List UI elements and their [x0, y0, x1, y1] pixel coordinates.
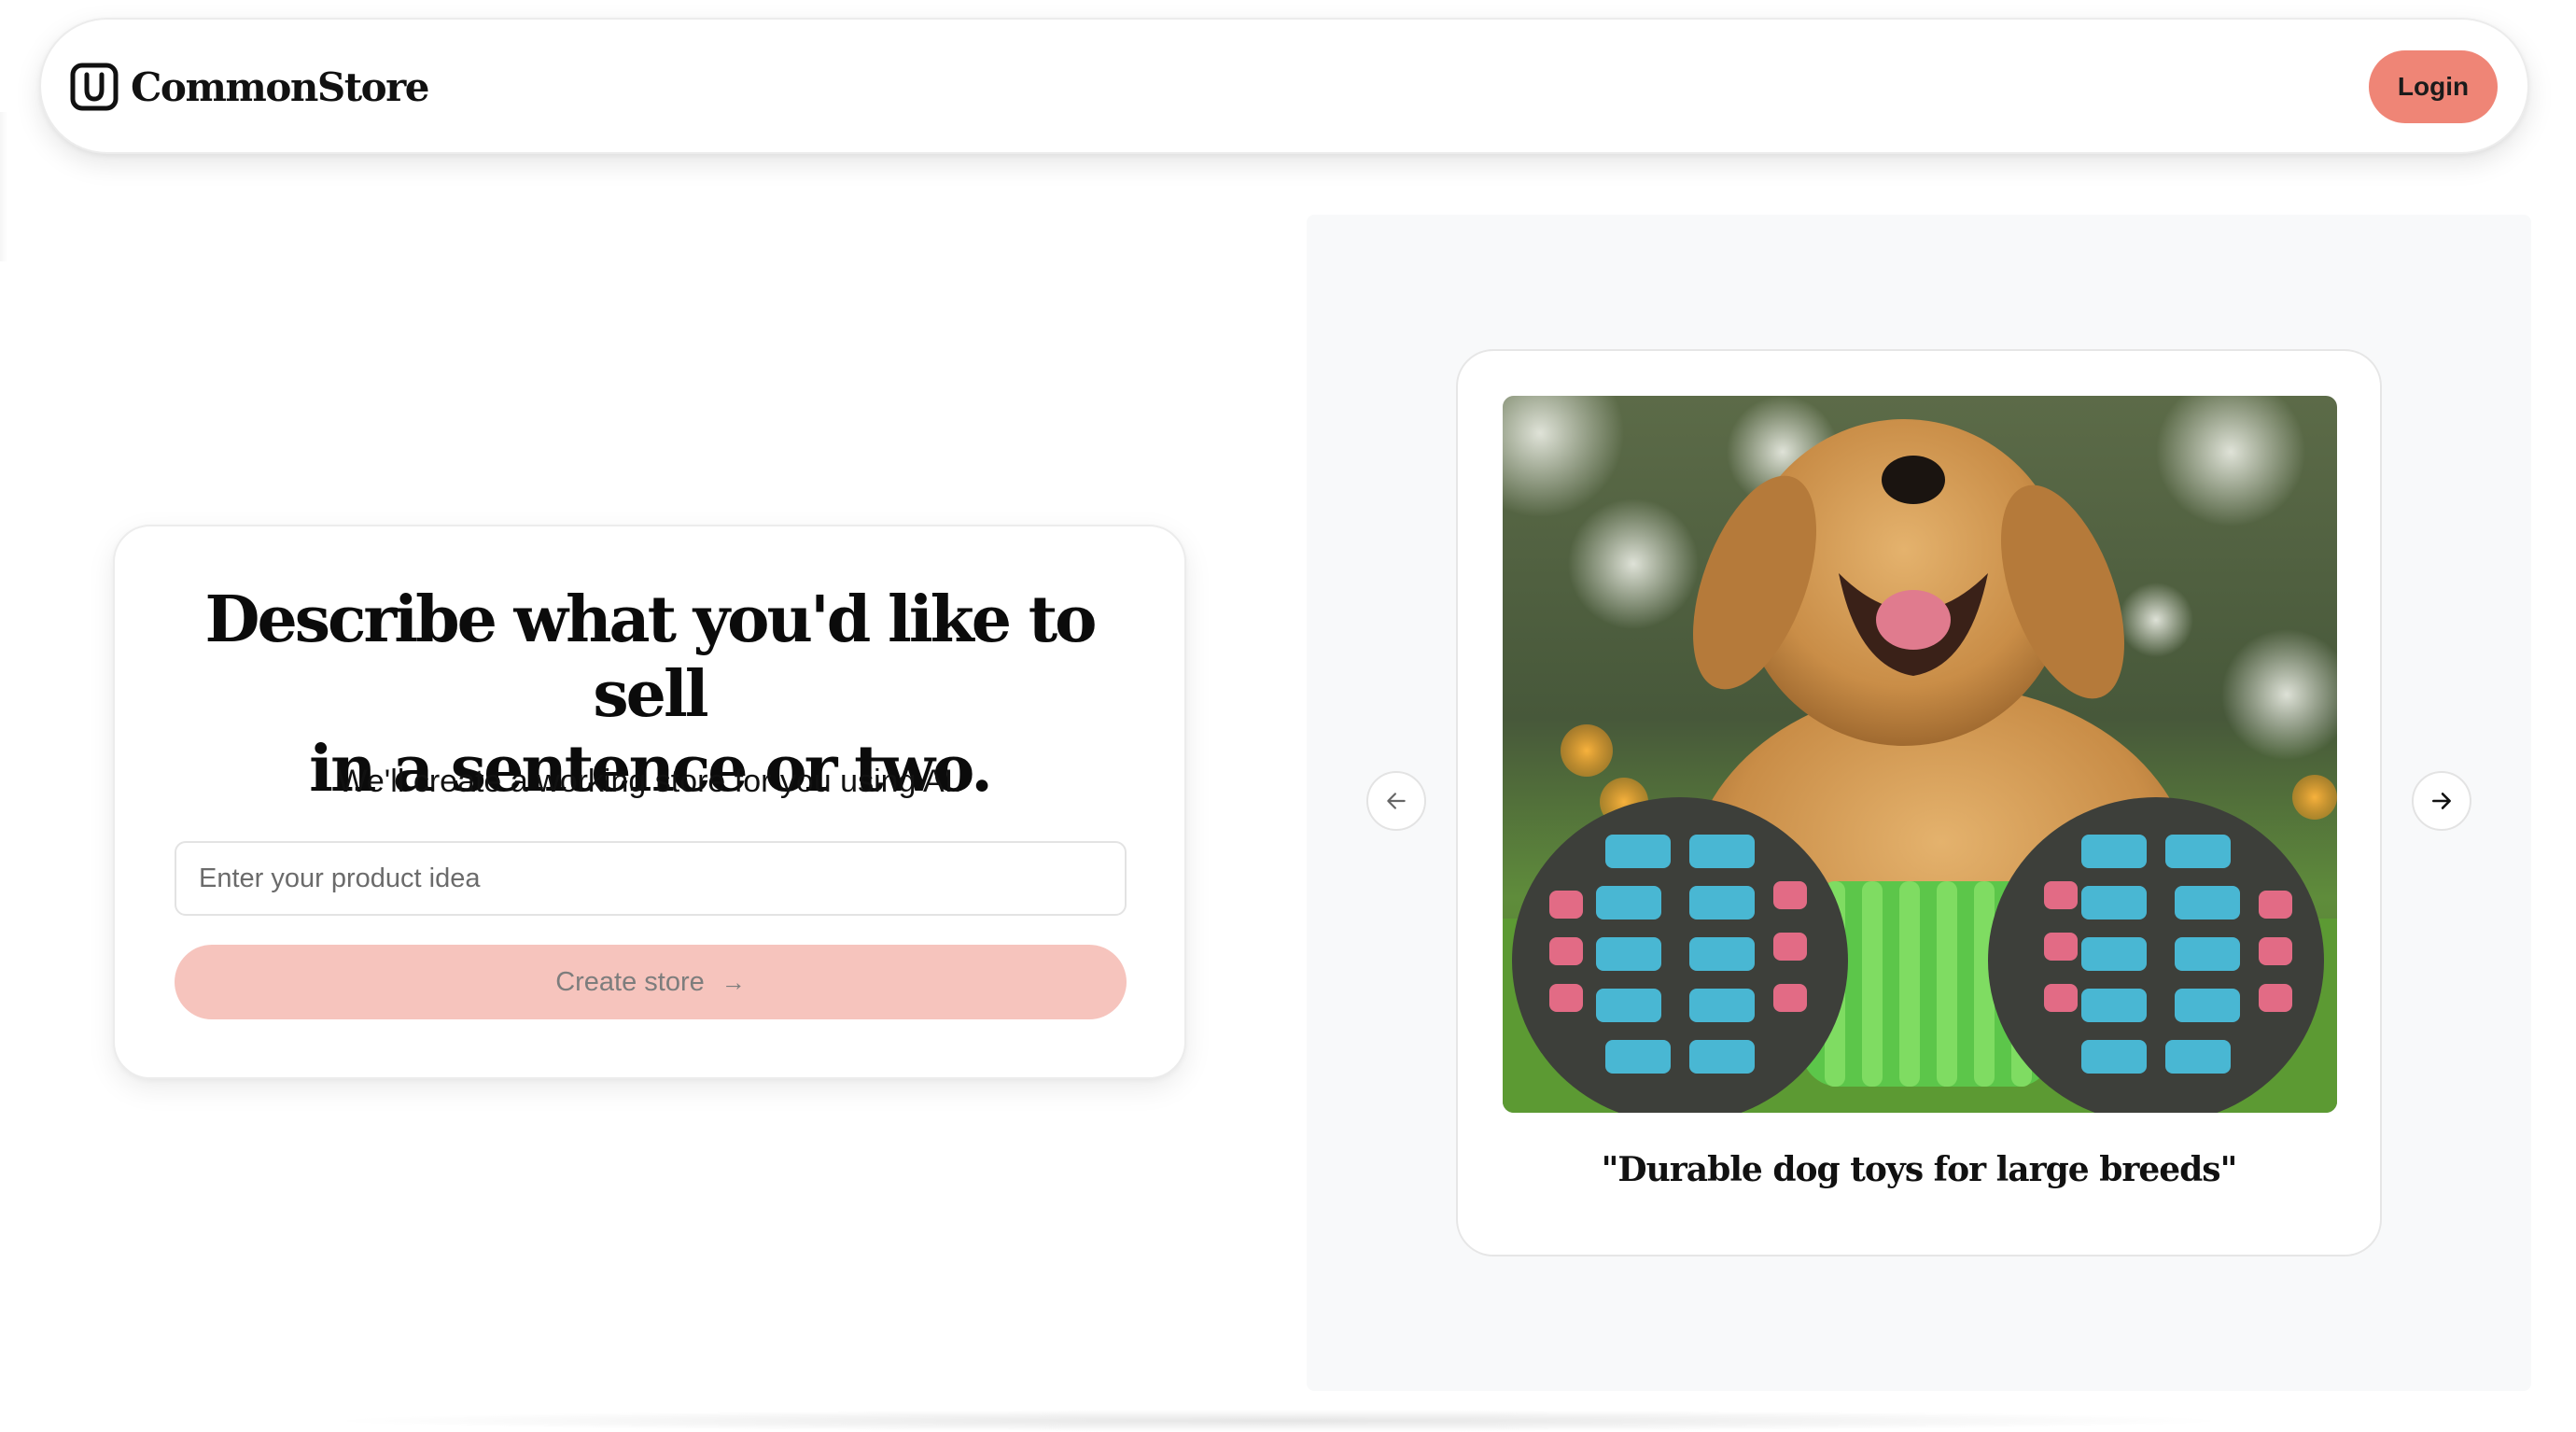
create-store-label: Create store [555, 966, 705, 997]
headline-line-1: Describe what you'd like to sell [204, 583, 1097, 732]
create-store-button[interactable]: Create store → [175, 945, 1127, 1019]
edge-shadow [0, 112, 7, 261]
carousel-caption: "Durable dog toys for large breeds" [1601, 1150, 2238, 1189]
arrow-right-icon [2432, 793, 2451, 809]
brand-name: CommonStore [131, 63, 429, 110]
carousel-next-button[interactable] [2412, 771, 2471, 831]
brand-logo[interactable]: CommonStore [69, 61, 429, 113]
arrow-left-icon [1387, 793, 1406, 809]
carousel-card: "Durable dog toys for large breeds" [1456, 349, 2382, 1257]
carousel-prev-button[interactable] [1366, 771, 1426, 831]
top-header: CommonStore Login [39, 18, 2529, 154]
arrow-right-icon: → [721, 967, 746, 996]
store-idea-card: Describe what you'd like to sell in a se… [113, 525, 1186, 1079]
page: CommonStore Login Describe what you'd li… [0, 0, 2576, 1432]
product-example-image [1503, 396, 2337, 1113]
shopping-bag-logo-icon [70, 63, 119, 111]
product-idea-input[interactable] [175, 841, 1127, 916]
bottom-shadow [317, 1410, 2240, 1432]
login-button[interactable]: Login [2369, 50, 2498, 123]
showcase-panel: "Durable dog toys for large breeds" [1307, 215, 2531, 1391]
dog-toy-illustration [1503, 396, 2337, 1113]
subheading: We'll create a working store for you usi… [337, 764, 962, 799]
